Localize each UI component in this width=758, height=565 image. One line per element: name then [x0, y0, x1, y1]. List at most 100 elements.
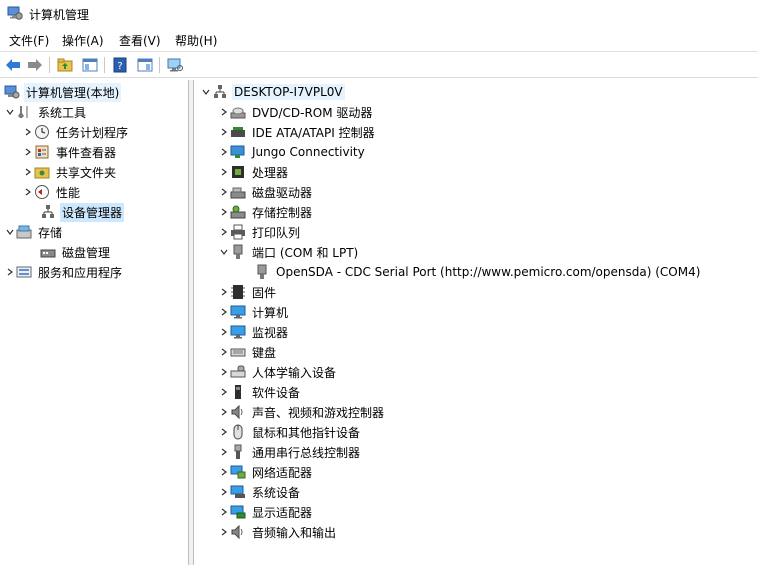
device-category-usb[interactable]: 通用串行总线控制器 — [218, 442, 362, 462]
processor-icon — [230, 164, 246, 180]
chevron-down-icon[interactable] — [218, 242, 230, 262]
mouse-icon — [230, 424, 246, 440]
computer-management-icon — [7, 5, 23, 21]
device-category-ide[interactable]: IDE ATA/ATAPI 控制器 — [218, 122, 377, 142]
chevron-right-icon[interactable] — [218, 302, 230, 322]
svg-text:?: ? — [117, 61, 122, 72]
device-category-ports[interactable]: 端口 (COM 和 LPT) — [218, 242, 360, 262]
chevron-right-icon[interactable] — [218, 182, 230, 202]
device-root-computer[interactable]: DESKTOP-I7VPL0V — [200, 82, 345, 102]
chevron-right-icon[interactable] — [218, 462, 230, 482]
chevron-right-icon[interactable] — [4, 262, 16, 282]
chevron-right-icon[interactable] — [218, 382, 230, 402]
chevron-right-icon[interactable] — [218, 442, 230, 462]
device-category-disk-drives[interactable]: 磁盘驱动器 — [218, 182, 314, 202]
chevron-down-icon[interactable] — [4, 102, 16, 122]
menu-file[interactable]: 文件(F) — [9, 32, 49, 49]
device-manager-icon — [40, 204, 56, 220]
device-category-sound[interactable]: 声音、视频和游戏控制器 — [218, 402, 386, 422]
services-icon — [16, 264, 32, 280]
show-action-pane-icon[interactable] — [135, 55, 155, 75]
tree-computer-management[interactable]: 计算机管理(本地) — [4, 82, 122, 102]
chevron-right-icon[interactable] — [22, 142, 34, 162]
tree-task-scheduler[interactable]: 任务计划程序 — [22, 122, 130, 142]
device-category-storage-controllers[interactable]: 存储控制器 — [218, 202, 314, 222]
menu-action[interactable]: 操作(A) — [62, 32, 104, 49]
chevron-right-icon[interactable] — [22, 162, 34, 182]
monitor-icon — [230, 324, 246, 340]
device-opensda-serial-port[interactable]: OpenSDA - CDC Serial Port (http://www.pe… — [254, 262, 702, 282]
chevron-right-icon[interactable] — [218, 502, 230, 522]
device-category-dvd[interactable]: DVD/CD-ROM 驱动器 — [218, 102, 374, 122]
tree-performance[interactable]: 性能 — [22, 182, 82, 202]
computer-management-icon — [4, 84, 20, 100]
chevron-right-icon[interactable] — [218, 202, 230, 222]
printer-icon — [230, 224, 246, 240]
firmware-icon — [230, 284, 246, 300]
device-category-mice[interactable]: 鼠标和其他指针设备 — [218, 422, 362, 442]
jungo-icon — [230, 144, 246, 160]
speaker-icon — [230, 404, 246, 420]
chevron-right-icon[interactable] — [218, 422, 230, 442]
device-category-computer[interactable]: 计算机 — [218, 302, 290, 322]
toolbar: ? — [0, 51, 758, 78]
chevron-down-icon[interactable] — [4, 222, 16, 242]
tree-system-tools[interactable]: 系统工具 — [4, 102, 88, 122]
storage-controller-icon — [230, 204, 246, 220]
speaker-icon — [230, 524, 246, 540]
chevron-right-icon[interactable] — [218, 362, 230, 382]
software-device-icon — [230, 384, 246, 400]
help-icon[interactable]: ? — [110, 55, 130, 75]
chevron-right-icon[interactable] — [218, 102, 230, 122]
chevron-right-icon[interactable] — [218, 282, 230, 302]
show-console-tree-icon[interactable] — [80, 55, 100, 75]
chevron-right-icon[interactable] — [218, 222, 230, 242]
chevron-right-icon[interactable] — [218, 402, 230, 422]
storage-icon — [16, 224, 32, 240]
menu-help[interactable]: 帮助(H) — [175, 32, 217, 49]
chevron-right-icon[interactable] — [22, 182, 34, 202]
keyboard-icon — [230, 344, 246, 360]
chevron-right-icon[interactable] — [218, 482, 230, 502]
device-category-jungo[interactable]: Jungo Connectivity — [218, 142, 367, 162]
monitor-icon — [230, 304, 246, 320]
chevron-right-icon[interactable] — [218, 142, 230, 162]
dvd-drive-icon — [230, 104, 246, 120]
scan-hardware-icon[interactable] — [165, 55, 185, 75]
tree-shared-folders[interactable]: 共享文件夹 — [22, 162, 118, 182]
tree-device-manager[interactable]: 设备管理器 — [40, 202, 125, 222]
chevron-right-icon[interactable] — [218, 122, 230, 142]
chevron-down-icon[interactable] — [200, 82, 212, 102]
tree-event-viewer[interactable]: 事件查看器 — [22, 142, 118, 162]
tree-disk-management[interactable]: 磁盘管理 — [40, 242, 112, 262]
device-category-hid[interactable]: 人体学输入设备 — [218, 362, 338, 382]
usb-icon — [230, 444, 246, 460]
device-category-firmware[interactable]: 固件 — [218, 282, 278, 302]
menu-view[interactable]: 查看(V) — [119, 32, 161, 49]
up-folder-icon[interactable] — [55, 55, 75, 75]
chevron-right-icon[interactable] — [218, 322, 230, 342]
device-category-print-queues[interactable]: 打印队列 — [218, 222, 302, 242]
back-icon[interactable] — [3, 55, 23, 75]
device-category-display-adapters[interactable]: 显示适配器 — [218, 502, 314, 522]
device-category-software-devices[interactable]: 软件设备 — [218, 382, 302, 402]
device-category-network[interactable]: 网络适配器 — [218, 462, 314, 482]
device-category-monitors[interactable]: 监视器 — [218, 322, 290, 342]
forward-icon[interactable] — [25, 55, 45, 75]
event-viewer-icon — [34, 144, 50, 160]
tree-services-apps[interactable]: 服务和应用程序 — [4, 262, 124, 282]
chevron-right-icon[interactable] — [218, 342, 230, 362]
device-category-keyboards[interactable]: 键盘 — [218, 342, 278, 362]
chevron-right-icon[interactable] — [22, 122, 34, 142]
network-adapter-icon — [230, 464, 246, 480]
chevron-right-icon[interactable] — [218, 522, 230, 542]
device-category-processor[interactable]: 处理器 — [218, 162, 290, 182]
console-tree: 计算机管理(本地) 系统工具 任务计划程序 事件查看器 共享文件夹 性能 设备管… — [0, 80, 188, 565]
device-category-system-devices[interactable]: 系统设备 — [218, 482, 302, 502]
chevron-right-icon[interactable] — [218, 162, 230, 182]
title-bar: 计算机管理 — [0, 0, 758, 28]
clock-icon — [34, 124, 50, 140]
tree-storage[interactable]: 存储 — [4, 222, 64, 242]
port-icon — [254, 264, 270, 280]
device-category-audio-io[interactable]: 音频输入和输出 — [218, 522, 338, 542]
